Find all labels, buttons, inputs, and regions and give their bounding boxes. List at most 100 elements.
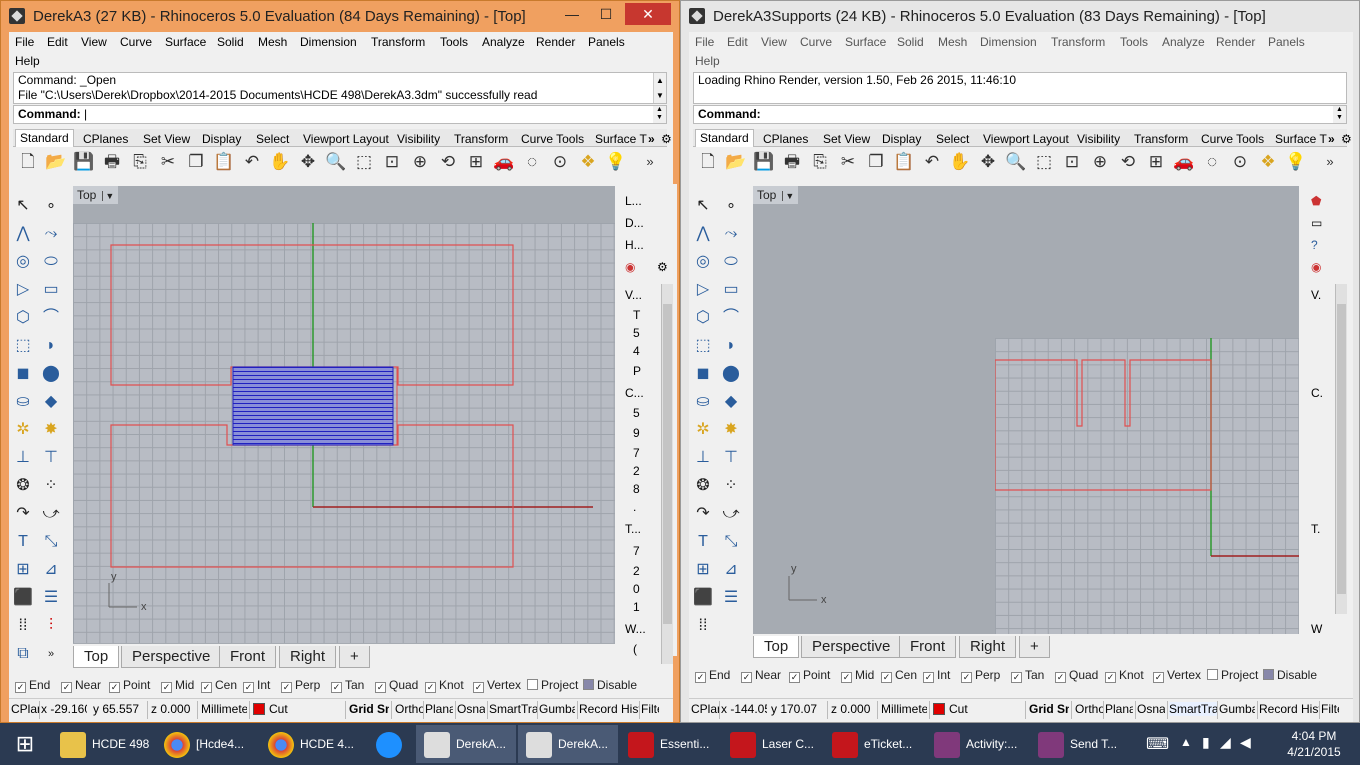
sweep-icon[interactable]: ◗: [39, 334, 63, 358]
osnap-quad[interactable]: ✓ Quad: [1055, 668, 1098, 683]
render-panel-icon[interactable]: ⬟: [1311, 194, 1321, 208]
render-car-icon[interactable]: 🚗: [1173, 151, 1195, 173]
osnap-tan[interactable]: ✓ Tan: [1011, 668, 1044, 683]
clock[interactable]: 4:04 PM 4/21/2015: [1274, 723, 1354, 765]
tab-visibility[interactable]: Visibility: [393, 131, 444, 147]
text-icon[interactable]: T: [691, 530, 715, 554]
status-layer[interactable]: Cut: [253, 702, 289, 716]
tab-surface-tools[interactable]: Surface T: [591, 131, 651, 147]
volume-icon[interactable]: ◀: [1240, 734, 1251, 751]
battery-icon[interactable]: ▮: [1202, 734, 1210, 751]
status-smarttrack[interactable]: SmartTrack: [1169, 702, 1217, 716]
paste-icon[interactable]: 📋: [893, 151, 915, 173]
color-wheel-icon[interactable]: ◉: [1311, 260, 1321, 274]
osnap-near[interactable]: ✓ Near: [741, 668, 781, 683]
menu-view[interactable]: View: [761, 35, 787, 49]
wifi-signal-icon[interactable]: ◢: [1220, 734, 1231, 751]
save-icon[interactable]: 💾: [73, 151, 95, 173]
menu-surface[interactable]: Surface: [165, 35, 206, 49]
polyline-icon[interactable]: ⋀: [691, 222, 715, 246]
dot-grid-icon[interactable]: ⁞⁞: [691, 614, 715, 638]
four-view-icon[interactable]: ⊞: [465, 151, 487, 173]
undo-view-icon[interactable]: ⟲: [1117, 151, 1139, 173]
dot-grid-icon[interactable]: ⁞⁞: [11, 614, 35, 638]
osnap-int[interactable]: ✓ Int: [243, 678, 270, 693]
viewport-tab-top[interactable]: Top: [753, 636, 800, 658]
panel-scrollbar[interactable]: [1335, 284, 1347, 614]
taskbar-item-onenote[interactable]: Activity:...: [926, 725, 1028, 763]
explode-icon[interactable]: ✸: [39, 418, 63, 442]
panel-tab-display[interactable]: D...: [625, 216, 644, 230]
title-bar[interactable]: DerekA3 (27 KB) - Rhinoceros 5.0 Evaluat…: [1, 1, 679, 32]
fillet-icon[interactable]: ⌒: [39, 306, 63, 330]
analyze-icon[interactable]: ⊿: [719, 558, 743, 582]
tab-select[interactable]: Select: [932, 131, 973, 147]
print-icon[interactable]: 🖶: [101, 151, 123, 173]
object-properties-icon[interactable]: ⊙: [549, 151, 571, 173]
status-planar[interactable]: Planar: [1105, 702, 1133, 716]
array-icon[interactable]: ⊞: [11, 558, 35, 582]
status-record-history[interactable]: Record History: [579, 702, 639, 716]
command-input[interactable]: Command: | ▲ ▼: [13, 105, 667, 124]
tab-set-view[interactable]: Set View: [139, 131, 194, 147]
tab-cplanes[interactable]: CPlanes: [79, 131, 132, 147]
tab-display[interactable]: Display: [198, 131, 245, 147]
osnap-project[interactable]: Project: [527, 678, 578, 692]
menu-edit[interactable]: Edit: [47, 35, 68, 49]
rhino-window-2[interactable]: DerekA3Supports (24 KB) - Rhinoceros 5.0…: [680, 0, 1360, 723]
menu-curve[interactable]: Curve: [120, 35, 152, 49]
menu-solid[interactable]: Solid: [897, 35, 924, 49]
add-viewport-tab[interactable]: +: [1019, 636, 1050, 658]
rotate-view-icon[interactable]: ✥: [297, 151, 319, 173]
tab-curve-tools[interactable]: Curve Tools: [517, 131, 588, 147]
tray-expand-icon[interactable]: ▲: [1180, 735, 1192, 749]
copy-icon[interactable]: ❐: [185, 151, 207, 173]
osnap-vertex[interactable]: ✓ Vertex: [1153, 668, 1201, 683]
box-icon[interactable]: ◼: [691, 362, 715, 386]
cut-icon[interactable]: ✂: [157, 151, 179, 173]
split-icon[interactable]: ⊤: [39, 446, 63, 470]
status-units[interactable]: Millimeters: [881, 702, 927, 716]
color-wheel-icon[interactable]: ◉: [625, 260, 635, 274]
trim-icon[interactable]: ⊥: [11, 446, 35, 470]
viewport-tab-front[interactable]: Front: [219, 646, 277, 668]
cylinder-icon[interactable]: ⛀: [11, 390, 35, 414]
dots-icon[interactable]: ⁘: [719, 474, 743, 498]
osnap-perp[interactable]: ✓ Perp: [281, 678, 320, 693]
arc-icon[interactable]: ↷: [11, 502, 35, 526]
status-gumball[interactable]: Gumball: [1219, 702, 1255, 716]
osnap-near[interactable]: ✓ Near: [61, 678, 101, 693]
viewport-tab-perspective[interactable]: Perspective: [121, 646, 222, 668]
sphere-icon[interactable]: ⬤: [719, 362, 743, 386]
render-preview-icon[interactable]: ◌: [1201, 151, 1223, 173]
viewport-tab-front[interactable]: Front: [899, 636, 957, 658]
menu-dimension[interactable]: Dimension: [980, 35, 1037, 49]
fillet-icon[interactable]: ⌒: [719, 306, 743, 330]
minimize-button[interactable]: —: [557, 3, 587, 25]
osnap-vertex[interactable]: ✓ Vertex: [473, 678, 521, 693]
taskbar-item-chrome-2[interactable]: HCDE 4...: [260, 725, 362, 763]
render-preview-icon[interactable]: ◌: [521, 151, 543, 173]
cylinder-icon[interactable]: ⛀: [691, 390, 715, 414]
text-icon[interactable]: T: [11, 530, 35, 554]
osnap-quad[interactable]: ✓ Quad: [375, 678, 418, 693]
zoom-icon[interactable]: 🔍: [325, 151, 347, 173]
import-icon[interactable]: ⎘: [809, 151, 831, 173]
taskbar-item-send-to-onenote[interactable]: Send T...: [1030, 725, 1130, 763]
viewport-tab-perspective[interactable]: Perspective: [801, 636, 902, 658]
osnap-perp[interactable]: ✓ Perp: [961, 668, 1000, 683]
tab-set-view[interactable]: Set View: [819, 131, 874, 147]
windows-start-icon[interactable]: ⊞: [0, 725, 50, 763]
osnap-cen[interactable]: ✓ Cen: [881, 668, 917, 683]
osnap-project[interactable]: Project: [1207, 668, 1258, 682]
panel-tab-help[interactable]: H...: [625, 238, 644, 252]
more-left-tools-icon[interactable]: »: [39, 642, 63, 666]
tab-visibility[interactable]: Visibility: [1073, 131, 1124, 147]
explode-icon[interactable]: ✸: [719, 418, 743, 442]
menu-transform[interactable]: Transform: [371, 35, 425, 49]
arc-icon[interactable]: ↷: [691, 502, 715, 526]
taskbar-item-pdf-1[interactable]: Essenti...: [620, 725, 720, 763]
tab-select[interactable]: Select: [252, 131, 293, 147]
osnap-point[interactable]: ✓ Point: [109, 678, 150, 693]
taskbar-item-chrome-1[interactable]: [Hcde4...: [156, 725, 258, 763]
